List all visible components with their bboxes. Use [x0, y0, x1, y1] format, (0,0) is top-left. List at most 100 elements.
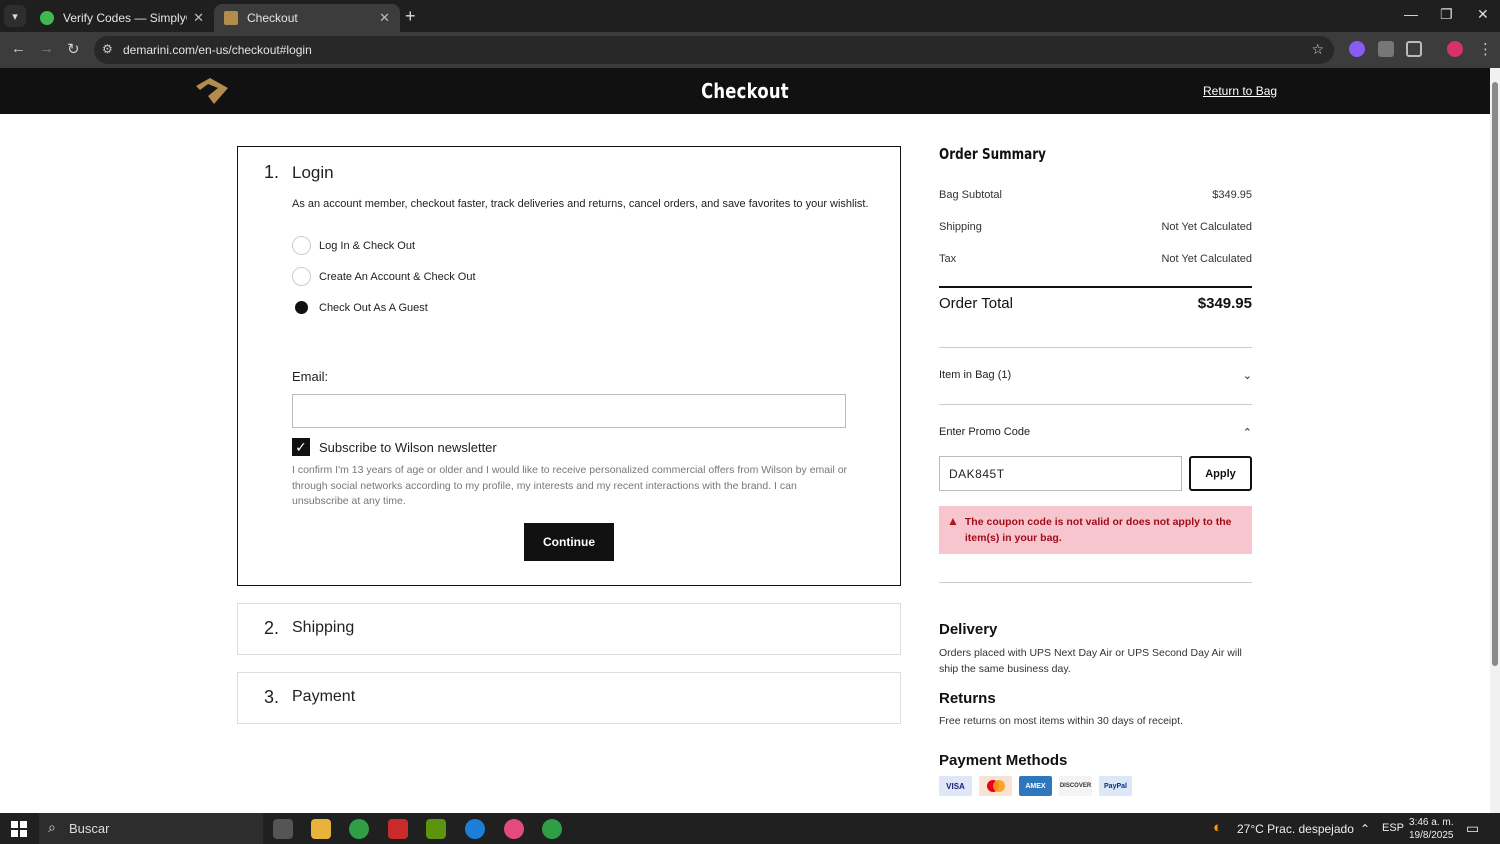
promo-code-toggle[interactable]: Enter Promo Code ⌃	[939, 426, 1252, 439]
error-text: The coupon code is not valid or does not…	[964, 516, 1232, 544]
tab-title: Checkout	[247, 11, 298, 25]
tab-checkout[interactable]: Checkout ✕	[214, 4, 400, 32]
minimize-icon[interactable]: —	[1404, 6, 1418, 22]
file-explorer-icon[interactable]	[311, 819, 331, 839]
site-info-icon[interactable]: ⚙	[102, 42, 113, 56]
radio-guest-checkout[interactable]: Check Out As A Guest	[292, 298, 428, 317]
radio-button-selected[interactable]	[292, 298, 311, 317]
shipping-step[interactable]: 2. Shipping	[237, 603, 901, 655]
app-icon[interactable]	[426, 819, 446, 839]
extensions-puzzle-icon[interactable]	[1406, 41, 1422, 57]
browser-tab-strip: ▾ Verify Codes — SimplyCodes ✕ Checkout …	[0, 0, 1500, 32]
close-window-icon[interactable]: ✕	[1477, 6, 1489, 23]
divider	[939, 582, 1252, 583]
scrollbar-thumb[interactable]	[1492, 82, 1498, 666]
page-title: Checkout	[701, 79, 789, 103]
windows-start-icon[interactable]	[11, 821, 27, 842]
extension-icon[interactable]	[1349, 41, 1365, 57]
continue-button[interactable]: Continue	[524, 523, 614, 561]
address-bar[interactable]: ⚙ demarini.com/en-us/checkout#login ☆	[94, 36, 1334, 64]
chrome-profile-icon[interactable]	[504, 819, 524, 839]
url-text[interactable]: demarini.com/en-us/checkout#login	[123, 43, 312, 57]
newsletter-label: Subscribe to Wilson newsletter	[319, 439, 497, 455]
weather-icon[interactable]: ◐	[1213, 819, 1222, 836]
amex-icon: AMEX	[1019, 776, 1052, 796]
tab-title: Verify Codes — SimplyCodes	[63, 11, 187, 25]
newsletter-checkbox[interactable]: ✓	[292, 438, 310, 456]
newsletter-checkbox-row[interactable]: ✓ Subscribe to Wilson newsletter	[292, 438, 497, 456]
radio-button[interactable]	[292, 236, 311, 255]
restore-icon[interactable]: ❐	[1440, 6, 1453, 23]
consent-text: I confirm I'm 13 years of age or older a…	[292, 464, 848, 507]
tax-row: Tax Not Yet Calculated	[939, 253, 1252, 265]
chrome-profile-icon[interactable]	[542, 819, 562, 839]
chrome-profile-icon[interactable]	[465, 819, 485, 839]
taskbar-search[interactable]: ⌕ Buscar	[39, 813, 263, 844]
demarini-favicon-icon	[224, 11, 238, 25]
radio-label: Check Out As A Guest	[319, 301, 428, 314]
promo-code-label: Enter Promo Code	[939, 426, 1031, 438]
language-indicator[interactable]: ESP	[1382, 822, 1404, 834]
search-icon: ⌕	[48, 819, 56, 835]
login-description: As an account member, checkout faster, t…	[292, 198, 869, 210]
order-summary-title: Order Summary	[939, 145, 1046, 163]
items-in-bag-label: Item in Bag (1)	[939, 369, 1012, 381]
page-scrollbar[interactable]	[1490, 68, 1500, 813]
row-label: Bag Subtotal	[939, 189, 1002, 201]
weather-text[interactable]: 27°C Prac. despejado	[1237, 822, 1354, 836]
row-value: Not Yet Calculated	[1161, 221, 1252, 233]
return-to-bag-link[interactable]: Return to Bag	[1203, 84, 1277, 98]
payment-methods-list: VISA AMEX DISCOVER PayPal	[939, 776, 1132, 796]
new-tab-plus-icon[interactable]: +	[405, 6, 416, 27]
back-arrow-icon[interactable]: ←	[11, 40, 26, 57]
subtotal-row: Bag Subtotal $349.95	[939, 189, 1252, 201]
delivery-text: Orders placed with UPS Next Day Air or U…	[939, 647, 1242, 675]
mastercard-icon	[979, 776, 1012, 796]
radio-label: Create An Account & Check Out	[319, 270, 476, 283]
tab-verify-codes[interactable]: Verify Codes — SimplyCodes ✕	[30, 4, 214, 32]
tray-chevron-up-icon[interactable]: ⌃	[1360, 822, 1370, 836]
search-placeholder: Buscar	[69, 821, 110, 836]
system-clock[interactable]: 3:46 a. m. 19/8/2025	[1409, 816, 1454, 842]
chrome-menu-icon[interactable]: ⋮	[1478, 40, 1493, 58]
radio-button[interactable]	[292, 267, 311, 286]
notifications-icon[interactable]: ▭	[1466, 820, 1479, 837]
login-section: 1. Login As an account member, checkout …	[237, 146, 901, 586]
total-label: Order Total	[939, 295, 1013, 312]
tab-search-button[interactable]: ▾	[4, 5, 26, 27]
close-tab-icon[interactable]: ✕	[193, 10, 204, 26]
items-in-bag-toggle[interactable]: Item in Bag (1) ⌄	[939, 369, 1252, 382]
close-tab-icon[interactable]: ✕	[379, 10, 390, 26]
task-view-icon[interactable]	[273, 819, 293, 839]
divider	[939, 347, 1252, 348]
total-value: $349.95	[1197, 295, 1252, 312]
step-number: 2.	[264, 618, 280, 638]
payment-step[interactable]: 3. Payment	[237, 672, 901, 724]
profile-avatar[interactable]	[1447, 41, 1463, 57]
delivery-title: Delivery	[939, 621, 998, 638]
shield-extension-icon[interactable]	[1378, 41, 1394, 57]
reload-icon[interactable]: ↻	[67, 40, 80, 58]
simplycodes-favicon-icon	[40, 11, 54, 25]
site-header: Checkout Return to Bag	[0, 68, 1490, 114]
windows-taskbar: ⌕ Buscar ◐ 27°C Prac. despejado ⌃ ESP 3:…	[0, 813, 1500, 844]
radio-create-account[interactable]: Create An Account & Check Out	[292, 267, 476, 286]
step-title: Shipping	[292, 619, 355, 636]
promo-code-input[interactable]: DAK845T	[939, 456, 1182, 491]
returns-text: Free returns on most items within 30 day…	[939, 715, 1183, 727]
chevron-up-icon: ⌃	[1242, 427, 1252, 439]
bookmark-star-icon[interactable]: ☆	[1311, 41, 1324, 58]
forward-arrow-icon[interactable]: →	[39, 40, 54, 57]
paypal-icon: PayPal	[1099, 776, 1132, 796]
row-value: $349.95	[1212, 189, 1252, 201]
radio-login-checkout[interactable]: Log In & Check Out	[292, 236, 415, 255]
email-input[interactable]	[292, 394, 846, 428]
payment-methods-title: Payment Methods	[939, 752, 1068, 769]
radio-label: Log In & Check Out	[319, 239, 415, 252]
chrome-icon[interactable]	[349, 819, 369, 839]
app-icon[interactable]	[388, 819, 408, 839]
step-title: Login	[292, 163, 334, 182]
apply-promo-button[interactable]: Apply	[1189, 456, 1252, 491]
divider	[939, 404, 1252, 405]
chevron-down-icon: ⌄	[1242, 370, 1252, 382]
